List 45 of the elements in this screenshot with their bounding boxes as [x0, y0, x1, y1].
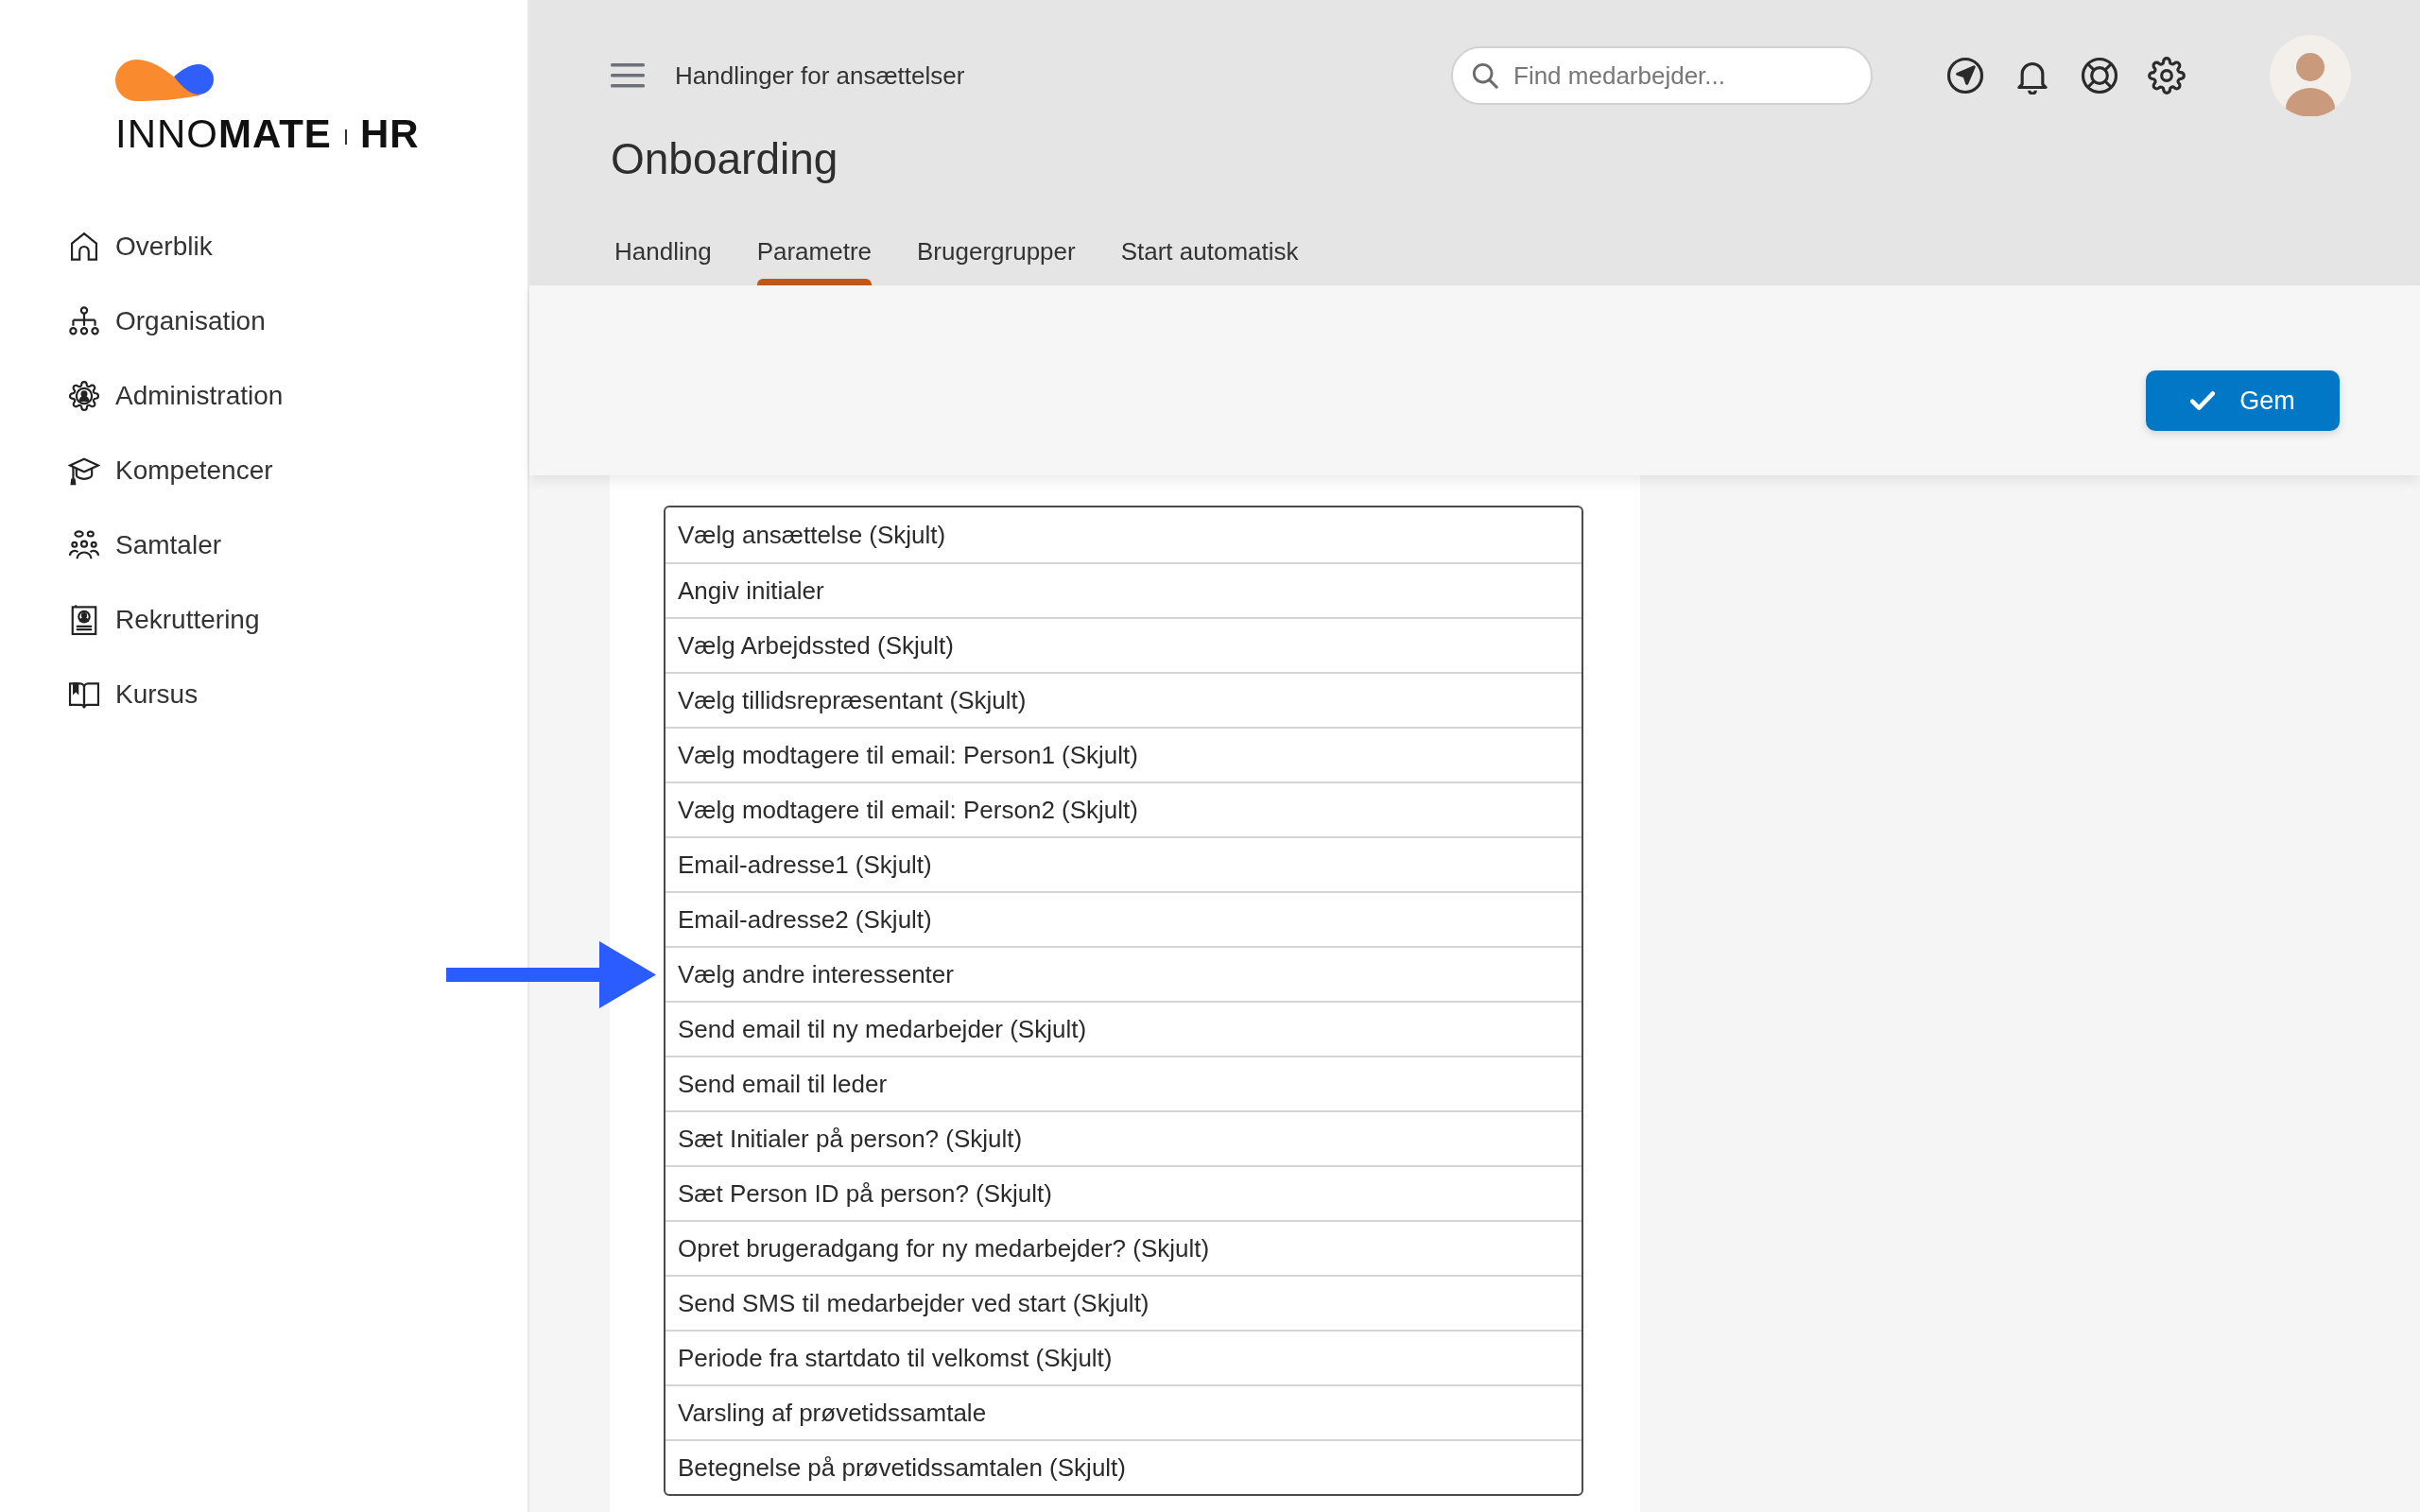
nav-item[interactable]: Organisation	[0, 284, 527, 358]
logo-wordmark: INNOMATE	[115, 114, 332, 154]
nav-item[interactable]: Overblik	[0, 209, 527, 284]
gear-person-icon	[68, 379, 100, 412]
parameter-row[interactable]: Betegnelse på prøvetidssamtalen (Skjult)	[666, 1439, 1582, 1494]
parameter-row[interactable]: Opret brugeradgang for ny medarbejder? (Skjult)	[666, 1220, 1582, 1275]
nav-item[interactable]: Kompetencer	[0, 433, 527, 507]
parameter-row[interactable]: Email-adresse2 (Skjult)	[666, 891, 1582, 946]
help-lifebuoy-icon[interactable]	[2081, 57, 2118, 94]
parameter-row[interactable]: Vælg ansættelse (Skjult)	[666, 507, 1582, 562]
parameter-row[interactable]: Vælg modtagere til email: Person1 (Skjult)	[666, 727, 1582, 782]
tab[interactable]: Brugergrupper	[917, 237, 1076, 285]
parameter-row[interactable]: Send email til leder	[666, 1056, 1582, 1110]
parameter-row[interactable]: Vælg Arbejdssted (Skjult)	[666, 617, 1582, 672]
menu-icon[interactable]	[611, 63, 645, 88]
tab[interactable]: Parametre	[756, 237, 873, 285]
logo-suffix: HR	[359, 114, 420, 154]
parameter-row[interactable]: Send email til ny medarbejder (Skjult)	[666, 1001, 1582, 1056]
parameter-row[interactable]: Sæt Initialer på person? (Skjult)	[666, 1110, 1582, 1165]
parameter-row[interactable]: Varsling af prøvetidssamtale	[666, 1384, 1582, 1439]
nav-item[interactable]: Kursus	[0, 657, 527, 731]
parameter-row[interactable]: Vælg andre interessenter	[666, 946, 1582, 1001]
nav-item[interactable]: Administration	[0, 358, 527, 433]
nav-item[interactable]: Samtaler	[0, 507, 527, 582]
parameter-row[interactable]: Angiv initialer	[666, 562, 1582, 617]
save-button[interactable]: Gem	[2146, 370, 2340, 431]
page-title: Onboarding	[611, 133, 838, 185]
parameter-row[interactable]: Vælg tillidsrepræsentant (Skjult)	[666, 672, 1582, 727]
parameter-row[interactable]: Periode fra startdato til velkomst (Skjult)	[666, 1330, 1582, 1384]
nav-item[interactable]: Rekruttering	[0, 582, 527, 657]
tab[interactable]: Start automatisk	[1120, 237, 1299, 285]
search-icon	[1472, 62, 1498, 89]
settings-icon[interactable]	[2148, 57, 2186, 94]
search-field[interactable]: Find medarbejder...	[1451, 46, 1873, 105]
parameter-row[interactable]: Send SMS til medarbejder ved start (Skjult)	[666, 1275, 1582, 1330]
org-chart-icon	[68, 304, 100, 337]
check-icon	[2190, 390, 2216, 411]
parameter-row[interactable]: Vælg modtagere til email: Person2 (Skjult)	[666, 782, 1582, 836]
parameter-row[interactable]: Sæt Person ID på person? (Skjult)	[666, 1165, 1582, 1220]
logo-icon	[115, 60, 214, 101]
home-icon	[68, 230, 100, 263]
people-group-icon	[68, 528, 100, 561]
parameter-row[interactable]: Email-adresse1 (Skjult)	[666, 836, 1582, 891]
tab[interactable]: Handling	[614, 237, 712, 285]
section-title: Handlinger for ansættelser	[675, 60, 965, 91]
